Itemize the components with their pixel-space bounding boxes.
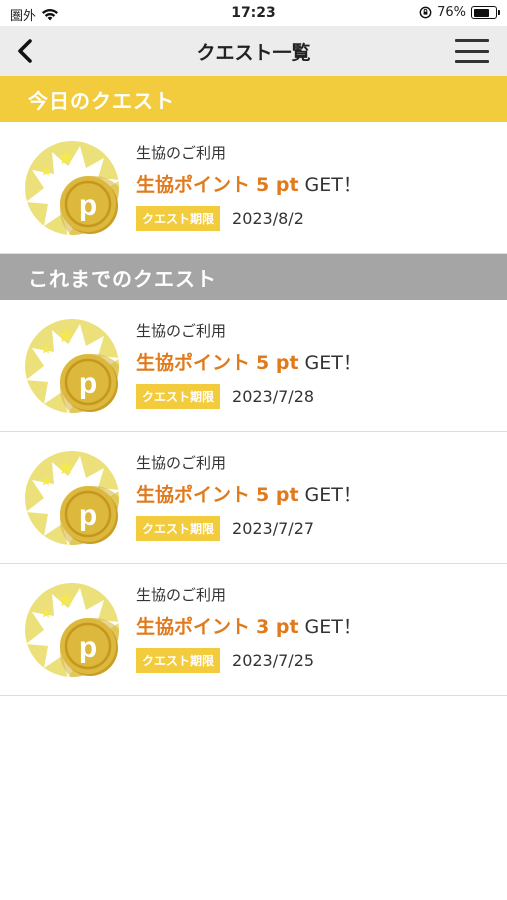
section-title-today: 今日のクエスト <box>28 88 175 113</box>
deadline-badge: クエスト期限 <box>136 384 221 409</box>
deadline-date: 2023/7/28 <box>232 387 315 406</box>
deadline-date: 2023/8/2 <box>232 209 304 228</box>
quest-item[interactable]: p 生協のご利用 生協ポイント 3 pt GET！ クエスト期限 2023/7/25 <box>0 564 507 696</box>
reward-name: 生協ポイント <box>136 484 251 506</box>
svg-text:p: p <box>79 631 97 664</box>
reward-points: 5 pt <box>256 352 299 374</box>
quest-reward: 生協ポイント 5 pt GET！ <box>136 348 362 378</box>
quest-text: 生協のご利用 生協ポイント 3 pt GET！ クエスト期限 2023/7/25 <box>136 584 362 673</box>
reward-name: 生協ポイント <box>136 174 251 196</box>
point-coin-icon: p <box>25 141 119 235</box>
hamburger-menu-icon[interactable] <box>455 39 489 63</box>
reward-name: 生協ポイント <box>136 616 251 638</box>
menu-line <box>455 49 489 53</box>
battery-percent: 76% <box>437 5 466 20</box>
quest-item[interactable]: p 生協のご利用 生協ポイント 5 pt GET！ クエスト期限 2023/8/2 <box>0 122 507 254</box>
quest-item[interactable]: p 生協のご利用 生協ポイント 5 pt GET！ クエスト期限 2023/7/27 <box>0 432 507 564</box>
reward-suffix: GET！ <box>304 352 362 374</box>
reward-name: 生協ポイント <box>136 352 251 374</box>
section-title-past: これまでのクエスト <box>28 266 217 291</box>
quest-item[interactable]: p 生協のご利用 生協ポイント 5 pt GET！ クエスト期限 2023/7/28 <box>0 300 507 432</box>
menu-line <box>455 39 489 42</box>
quest-category: 生協のご利用 <box>136 322 227 340</box>
reward-points: 3 pt <box>256 616 299 638</box>
quest-deadline: クエスト期限 2023/7/27 <box>136 516 362 541</box>
status-bar: 圏外 17:23 76% <box>0 0 507 26</box>
section-header-today: 今日のクエスト <box>0 76 507 122</box>
point-coin-icon: p <box>25 319 119 413</box>
quest-deadline: クエスト期限 2023/7/28 <box>136 384 362 409</box>
quest-category: 生協のご利用 <box>136 144 227 162</box>
orientation-lock-icon <box>419 6 432 19</box>
deadline-date: 2023/7/27 <box>232 519 315 538</box>
svg-text:p: p <box>79 367 97 400</box>
deadline-badge: クエスト期限 <box>136 206 221 231</box>
quest-deadline: クエスト期限 2023/7/25 <box>136 648 362 673</box>
quest-reward: 生協ポイント 5 pt GET！ <box>136 170 362 200</box>
status-bar-right: 76% <box>419 5 500 20</box>
page-title: クエスト一覧 <box>196 42 311 64</box>
reward-suffix: GET！ <box>304 174 362 196</box>
point-coin-icon: p <box>25 451 119 545</box>
svg-text:p: p <box>79 189 97 222</box>
quest-text: 生協のご利用 生協ポイント 5 pt GET！ クエスト期限 2023/8/2 <box>136 142 362 231</box>
quest-text: 生協のご利用 生協ポイント 5 pt GET！ クエスト期限 2023/7/27 <box>136 452 362 541</box>
menu-line <box>455 60 489 63</box>
section-header-past: これまでのクエスト <box>0 254 507 300</box>
reward-points: 5 pt <box>256 174 299 196</box>
deadline-date: 2023/7/25 <box>232 651 315 670</box>
point-coin-icon: p <box>25 583 119 677</box>
quest-category: 生協のご利用 <box>136 586 227 604</box>
deadline-badge: クエスト期限 <box>136 648 221 673</box>
battery-level <box>473 8 490 17</box>
quest-deadline: クエスト期限 2023/8/2 <box>136 206 362 231</box>
reward-suffix: GET！ <box>304 616 362 638</box>
reward-suffix: GET！ <box>304 484 362 506</box>
battery-icon <box>471 6 500 19</box>
deadline-badge: クエスト期限 <box>136 516 221 541</box>
quest-reward: 生協ポイント 5 pt GET！ <box>136 480 362 510</box>
quest-category: 生協のご利用 <box>136 454 227 472</box>
quest-text: 生協のご利用 生協ポイント 5 pt GET！ クエスト期限 2023/7/28 <box>136 320 362 409</box>
reward-points: 5 pt <box>256 484 299 506</box>
quest-reward: 生協ポイント 3 pt GET！ <box>136 612 362 642</box>
nav-bar: クエスト一覧 <box>0 26 507 76</box>
svg-text:p: p <box>79 499 97 532</box>
